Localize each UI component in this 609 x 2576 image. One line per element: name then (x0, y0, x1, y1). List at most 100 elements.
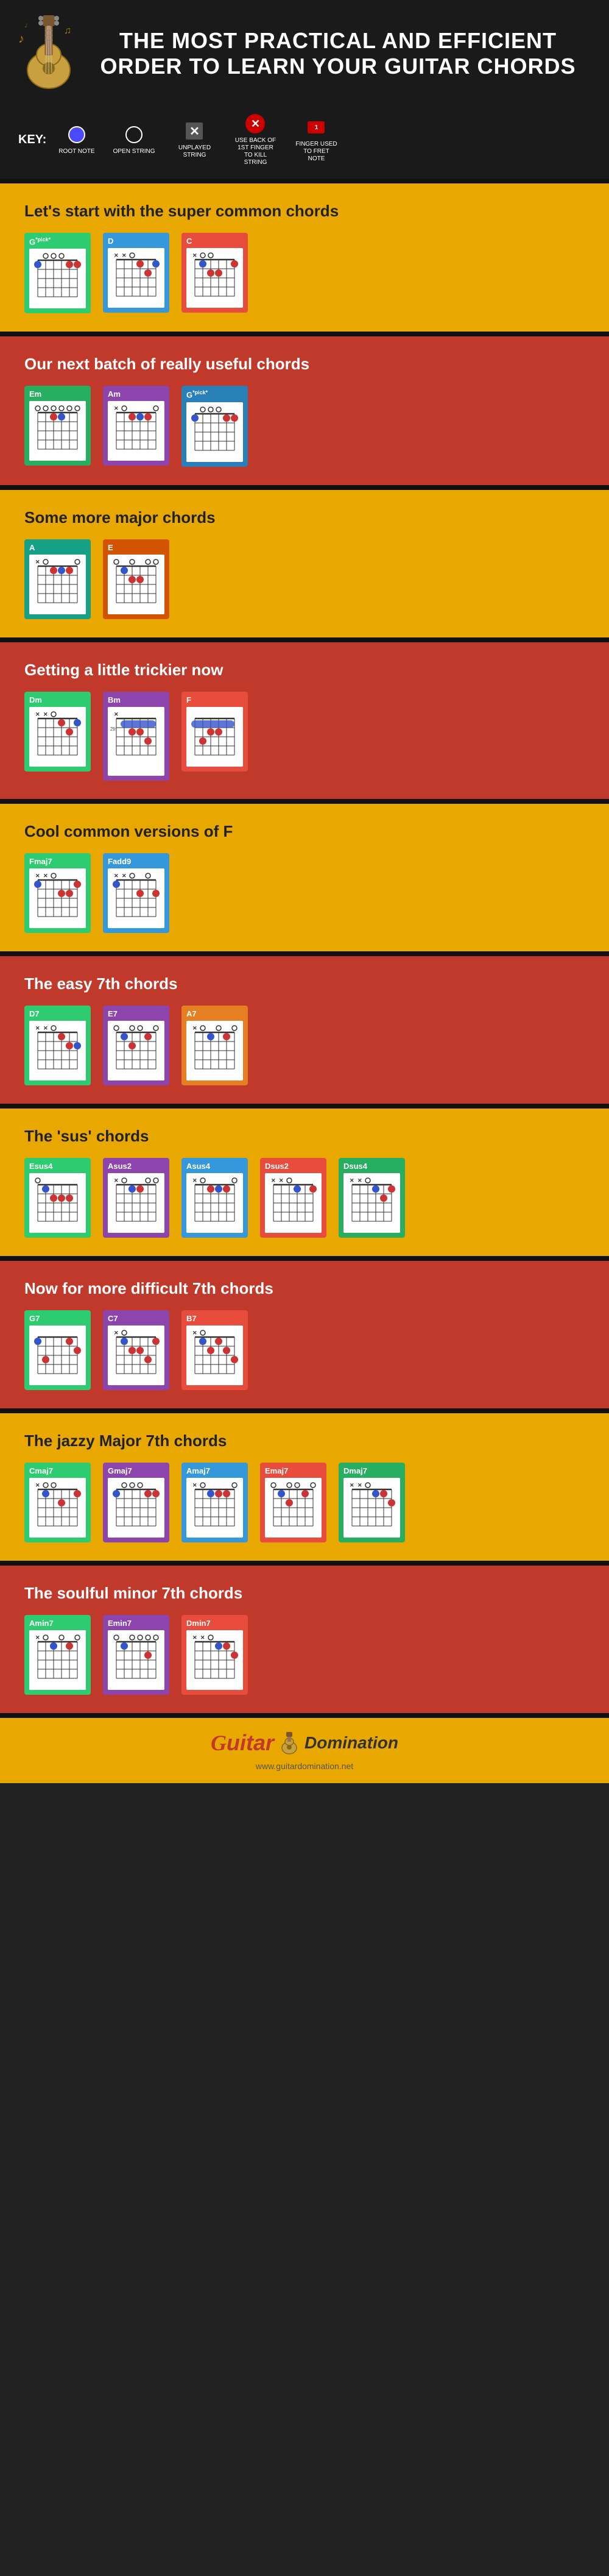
chord-d7-grid: ✕ ✕ (29, 1021, 86, 1080)
fret-note-symbol: 1 (305, 116, 327, 138)
section-trickier: Getting a little trickier now Dm ✕ (0, 642, 609, 799)
footer: Guitar Domination www.guitardomination.n… (0, 1718, 609, 1783)
section-cool-f: Cool common versions of F Fmaj7 ✕ (0, 804, 609, 951)
root-note-label: ROOT NOTE (58, 148, 94, 155)
section-easy-7th-title: The easy 7th chords (24, 974, 585, 993)
section-jazzy-title: The jazzy Major 7th chords (24, 1432, 585, 1450)
footer-url: www.guitardomination.net (256, 1761, 353, 1771)
fret-note-label: FINGER USED TO FRET NOTE (295, 141, 337, 163)
chord-amin7: Amin7 ✕ (24, 1615, 91, 1695)
divider-2 (0, 332, 609, 336)
section-difficult-7th-title: Now for more difficult 7th chords (24, 1279, 585, 1298)
chord-dsus2-grid: ✕ ✕ (265, 1173, 322, 1233)
chord-bm-grid: 2fr ✕ (108, 707, 164, 776)
section-major-chords: A ✕ (24, 539, 585, 619)
footer-brand-domination: Domination (304, 1733, 398, 1753)
section-difficult-7th: Now for more difficult 7th chords G7 (0, 1261, 609, 1408)
key-root-note: ROOT NOTE (58, 124, 94, 155)
section-really-useful: Our next batch of really useful chords E… (0, 336, 609, 484)
chord-cmaj7: Cmaj7 ✕ (24, 1463, 91, 1542)
chord-cmaj7-name: Cmaj7 (29, 1466, 86, 1475)
chord-cmaj7-grid: ✕ (29, 1478, 86, 1538)
svg-text:✕: ✕ (35, 1634, 40, 1641)
section-jazzy-chords: Cmaj7 ✕ (24, 1463, 585, 1542)
chord-c7-grid: ✕ (108, 1325, 164, 1385)
key-open-string: OPEN STRING (113, 124, 155, 155)
kill-string-icon: ✕ (245, 114, 265, 133)
svg-text:✕: ✕ (114, 873, 119, 879)
chord-dm-name: Dm (29, 695, 86, 704)
svg-text:✕: ✕ (192, 1177, 197, 1183)
chord-esus4: Esus4 (24, 1158, 91, 1238)
section-trickier-chords: Dm ✕ ✕ (24, 692, 585, 781)
svg-text:✕: ✕ (200, 1634, 205, 1641)
chord-am: Am ✕ (103, 386, 169, 466)
footer-guitar-icon (277, 1731, 301, 1755)
chord-f: F (181, 692, 248, 772)
section-super-common-chords: G*pick* (24, 233, 585, 313)
svg-text:✕: ✕ (192, 1482, 197, 1488)
chord-f-grid (186, 707, 243, 767)
chord-g: G*pick* (24, 233, 91, 313)
divider-1 (0, 179, 609, 183)
chord-fadd9-grid: ✕ ✕ (108, 868, 164, 928)
chord-emin7: Emin7 (103, 1615, 169, 1695)
section-really-useful-chords: Em (24, 386, 585, 466)
open-string-label: OPEN STRING (113, 148, 155, 155)
chord-c7-name: C7 (108, 1314, 164, 1323)
header: ♪ ♫ ♩ THE MOST PRACTICAL AND EFFICIENT O… (0, 0, 609, 107)
chord-dsus2: Dsus2 ✕ ✕ (260, 1158, 326, 1238)
open-string-symbol (123, 124, 145, 146)
svg-text:✕: ✕ (350, 1482, 354, 1488)
svg-text:✕: ✕ (114, 1330, 119, 1336)
chord-dmin7: Dmin7 ✕ ✕ (181, 1615, 248, 1695)
section-sus-title: The 'sus' chords (24, 1127, 585, 1146)
open-string-icon (125, 126, 143, 143)
chord-e-name: E (108, 543, 164, 552)
chord-dsus4-name: Dsus4 (343, 1162, 400, 1171)
chord-c-name: C (186, 236, 243, 246)
svg-text:✕: ✕ (43, 1025, 48, 1031)
divider-5 (0, 799, 609, 804)
chord-e-grid (108, 555, 164, 614)
chord-g7: G7 (24, 1310, 91, 1390)
section-sus: The 'sus' chords Esus4 (0, 1109, 609, 1256)
svg-text:♩: ♩ (24, 21, 32, 29)
svg-text:♫: ♫ (64, 26, 71, 36)
key-section: KEY: ROOT NOTE OPEN STRING ✕ UNPLAYED ST… (0, 107, 609, 179)
chord-g-name: G*pick* (29, 236, 86, 246)
svg-text:✕: ✕ (35, 559, 40, 565)
section-cool-f-chords: Fmaj7 ✕ ✕ (24, 853, 585, 933)
section-super-common: Let's start with the super common chords… (0, 183, 609, 332)
svg-text:✕: ✕ (114, 1177, 119, 1183)
section-trickier-title: Getting a little trickier now (24, 661, 585, 679)
svg-text:2fr: 2fr (110, 726, 116, 732)
section-sus-chords: Esus4 (24, 1158, 585, 1238)
chord-bm-name: Bm (108, 695, 164, 704)
chord-dm: Dm ✕ ✕ (24, 692, 91, 772)
chord-a: A ✕ (24, 539, 91, 619)
svg-text:✕: ✕ (279, 1177, 284, 1183)
chord-asus4-name: Asus4 (186, 1162, 243, 1171)
chord-amaj7: Amaj7 ✕ (181, 1463, 248, 1542)
chord-a-name: A (29, 543, 86, 552)
chord-asus2: Asus2 ✕ (103, 1158, 169, 1238)
section-soulful: The soulful minor 7th chords Amin7 (0, 1566, 609, 1713)
chord-d7: D7 ✕ ✕ (24, 1006, 91, 1085)
svg-text:✕: ✕ (43, 873, 48, 879)
chord-fadd9-name: Fadd9 (108, 857, 164, 866)
chord-dmin7-grid: ✕ ✕ (186, 1630, 243, 1690)
section-easy-7th: The easy 7th chords D7 ✕ (0, 956, 609, 1104)
svg-text:✕: ✕ (357, 1177, 362, 1183)
divider-3 (0, 485, 609, 490)
svg-text:✕: ✕ (35, 873, 40, 879)
chord-b7-name: B7 (186, 1314, 243, 1323)
section-major-title: Some more major chords (24, 508, 585, 527)
section-soulful-title: The soulful minor 7th chords (24, 1584, 585, 1603)
chord-a7-name: A7 (186, 1009, 243, 1018)
chord-esus4-name: Esus4 (29, 1162, 86, 1171)
chord-g2-name: G*pick* (186, 389, 243, 399)
chord-c: C ✕ (181, 233, 248, 313)
chord-e: E (103, 539, 169, 619)
svg-text:✕: ✕ (35, 711, 40, 717)
